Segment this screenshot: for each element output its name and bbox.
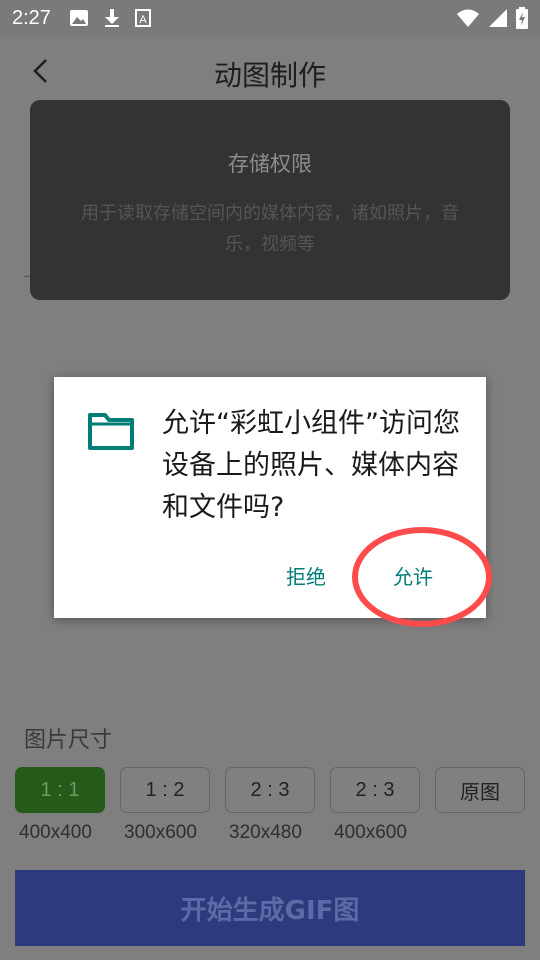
folder-icon [88,413,134,450]
generate-gif-button[interactable]: 开始生成GIF图 [15,870,525,946]
deny-button[interactable]: 拒绝 [286,561,326,590]
a-icon: A [134,9,151,27]
svg-text:A: A [139,14,147,26]
size-option-original[interactable]: 原图 [435,767,525,813]
size-dim-2-3-large: 400x600 [334,822,407,843]
app-bar: 动图制作 [0,36,540,106]
permission-description: 用于读取存储空间内的媒体内容，诸如照片，音乐，视频等 [81,203,459,255]
page-title: 动图制作 [213,59,326,92]
size-dim-1-2: 300x600 [124,822,197,843]
signal-icon [489,9,507,27]
image-icon [69,10,88,26]
permission-explanation-card: 存储权限 用于读取存储空间内的媒体内容，诸如照片，音乐，视频等 [30,100,510,300]
status-bar: 2:27 A [0,0,540,36]
size-option-1-1[interactable]: 1 : 1 [15,767,105,813]
size-dim-1-1: 400x400 [19,822,92,843]
battery-charging-icon [516,7,528,29]
size-section-label: 图片尺寸 [24,728,113,753]
download-icon [104,9,119,27]
status-notification-icons: A [69,8,151,28]
size-dim-2-3-small: 320x480 [229,822,302,843]
dialog-message: 允许“彩虹小组件”访问您设备上的照片、媒体内容和文件吗? [162,408,460,523]
status-system-icons [456,7,528,29]
permission-title: 存储权限 [228,152,312,176]
highlight-annotation-ring [352,527,492,627]
size-option-2-3-large[interactable]: 2 : 3 [330,767,420,813]
size-option-2-3-small[interactable]: 2 : 3 [225,767,315,813]
size-option-1-2[interactable]: 1 : 2 [120,767,210,813]
status-time: 2:27 [12,6,51,29]
wifi-icon [457,9,479,27]
